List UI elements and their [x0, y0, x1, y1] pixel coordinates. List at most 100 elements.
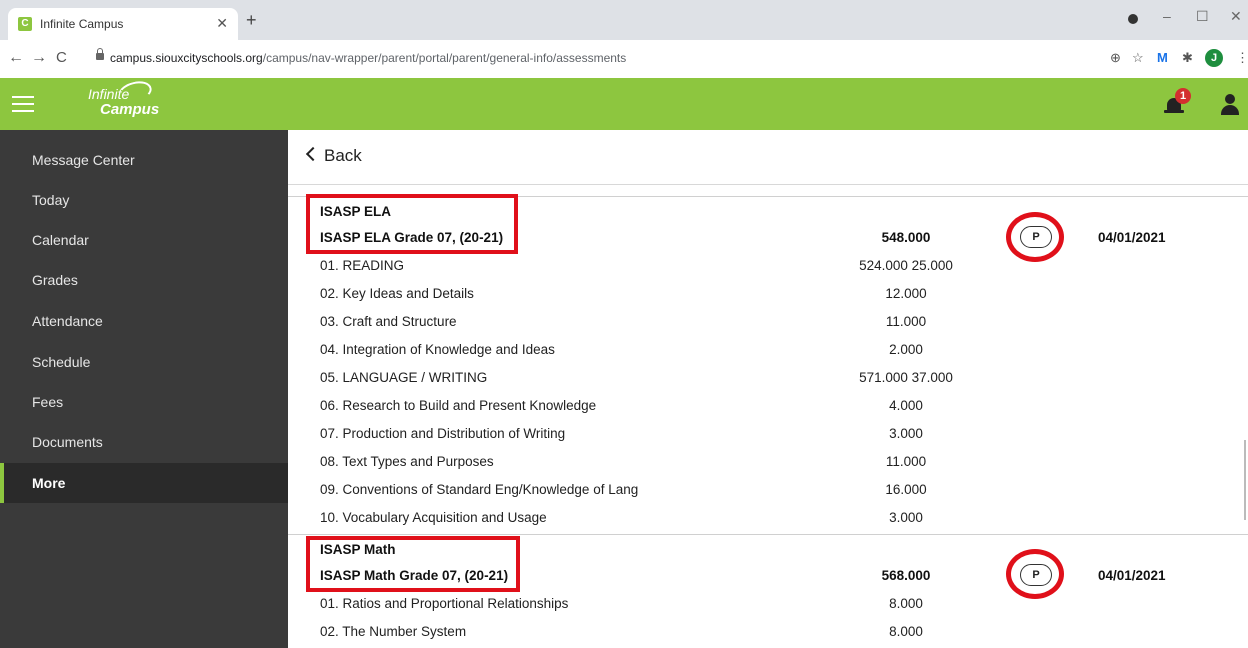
sidebar: Message Center Today Calendar Grades Att… — [0, 130, 288, 648]
bookmark-star-icon[interactable]: ☆ — [1132, 50, 1144, 66]
row-name: 10. Vocabulary Acquisition and Usage — [320, 510, 547, 525]
row-name: 06. Research to Build and Present Knowle… — [320, 398, 597, 413]
scrollbar[interactable] — [1244, 440, 1246, 520]
row-score: 2.000 — [889, 342, 923, 357]
table-row: 05. LANGUAGE / WRITING 571.000 37.000 — [288, 364, 1248, 392]
table-row: 03. Craft and Structure 11.000 — [288, 308, 1248, 336]
sidebar-item-label: Schedule — [32, 354, 91, 370]
assessments-panel: Back ISASP ELA ISASP ELA Grade 07, (20-2… — [288, 130, 1248, 648]
extensions-puzzle-icon[interactable]: ✱ — [1182, 50, 1193, 66]
reload-icon[interactable]: C — [56, 49, 67, 66]
row-name: 08. Text Types and Purposes — [320, 454, 494, 469]
notification-badge: 1 — [1175, 88, 1191, 104]
row-name: 02. Key Ideas and Details — [320, 286, 474, 301]
table-row: 07. Production and Distribution of Writi… — [288, 420, 1248, 448]
row-name: 02. The Number System — [320, 624, 467, 639]
table-row: 10. Vocabulary Acquisition and Usage 3.00… — [288, 504, 1248, 532]
sidebar-item-today[interactable]: Today — [0, 180, 288, 220]
profile-avatar[interactable]: J — [1205, 49, 1223, 67]
table-row: 04. Integration of Knowledge and Ideas 2.… — [288, 336, 1248, 364]
row-score: 16.000 — [885, 482, 927, 497]
close-window-icon[interactable]: ✕ — [1230, 8, 1242, 25]
row-name: 01. Ratios and Proportional Relationship… — [320, 596, 569, 611]
sidebar-item-label: Documents — [32, 434, 103, 450]
sidebar-item-message-center[interactable]: Message Center — [0, 140, 288, 180]
row-name: 05. LANGUAGE / WRITING — [320, 370, 488, 385]
row-name: 03. Craft and Structure — [320, 314, 457, 329]
lock-icon[interactable] — [96, 48, 104, 60]
browser-tab-bar: C Infinite Campus ✕ + – ☐ ✕ — [0, 0, 1248, 40]
address-bar: ← → C campus.siouxcityschools.org/campus… — [0, 40, 1248, 79]
annotation-box-ela — [306, 194, 518, 254]
annotation-circle-math — [1006, 549, 1064, 599]
zoom-icon[interactable]: ⊕ — [1110, 50, 1121, 66]
row-score: 8.000 — [889, 596, 923, 611]
sidebar-item-label: Grades — [32, 272, 78, 288]
extension-m-icon[interactable]: M — [1157, 50, 1168, 65]
user-account-icon[interactable] — [1220, 94, 1240, 116]
app-header: Infinite Campus 1 — [0, 77, 1248, 130]
sidebar-item-label: Fees — [32, 394, 64, 410]
minimize-icon[interactable]: – — [1163, 8, 1171, 24]
chevron-left-icon — [305, 146, 321, 162]
sidebar-item-more[interactable]: More — [0, 463, 288, 503]
row-score: 8.000 — [889, 624, 923, 639]
sidebar-item-calendar[interactable]: Calendar — [0, 220, 288, 260]
sidebar-item-fees[interactable]: Fees — [0, 382, 288, 422]
table-row: 02. Key Ideas and Details 12.000 — [288, 280, 1248, 308]
row-score: 3.000 — [889, 426, 923, 441]
divider — [288, 534, 1248, 535]
row-name: 09. Conventions of Standard Eng/Knowledg… — [320, 482, 639, 497]
browser-back-icon[interactable]: ← — [8, 49, 24, 67]
back-button[interactable]: Back — [304, 146, 362, 166]
logo-line-2: Campus — [100, 101, 160, 118]
browser-profile-icon[interactable] — [1128, 14, 1138, 24]
sidebar-item-label: More — [32, 475, 66, 491]
row-name: 01. READING — [320, 258, 405, 273]
table-row: 01. Ratios and Proportional Relationship… — [288, 590, 1248, 618]
sidebar-item-schedule[interactable]: Schedule — [0, 342, 288, 382]
ela-test-date: 04/01/2021 — [1098, 230, 1166, 245]
row-score: 4.000 — [889, 398, 923, 413]
url-path: /campus/nav-wrapper/parent/portal/parent… — [262, 51, 627, 65]
annotation-circle-ela — [1006, 212, 1064, 262]
sidebar-item-label: Attendance — [32, 313, 103, 329]
annotation-box-math — [306, 536, 520, 592]
sidebar-item-grades[interactable]: Grades — [0, 260, 288, 300]
browser-tab[interactable]: C Infinite Campus ✕ — [8, 8, 238, 40]
notification-bell-icon[interactable]: 1 — [1164, 88, 1191, 116]
row-score: 12.000 — [885, 286, 927, 301]
url-host: campus.siouxcityschools.org — [110, 51, 263, 65]
table-row: 06. Research to Build and Present Knowle… — [288, 392, 1248, 420]
maximize-icon[interactable]: ☐ — [1196, 8, 1209, 25]
back-bar: Back — [288, 130, 1248, 185]
sidebar-item-label: Today — [32, 192, 70, 208]
table-row: 01. READING 524.000 25.000 — [288, 252, 1248, 280]
sidebar-item-documents[interactable]: Documents — [0, 422, 288, 462]
tab-close-icon[interactable]: ✕ — [216, 15, 228, 32]
infinite-campus-favicon-icon: C — [18, 17, 32, 31]
ela-test-score: 548.000 — [881, 230, 931, 245]
row-score: 3.000 — [889, 510, 923, 525]
row-score: 571.000 37.000 — [859, 370, 953, 385]
row-score: 11.000 — [885, 314, 927, 329]
table-row: 08. Text Types and Purposes 11.000 — [288, 448, 1248, 476]
url-field[interactable]: campus.siouxcityschools.org/campus/nav-w… — [110, 51, 626, 65]
math-test-date: 04/01/2021 — [1098, 568, 1166, 583]
row-score: 524.000 25.000 — [859, 258, 953, 273]
row-name: 04. Integration of Knowledge and Ideas — [320, 342, 555, 357]
hamburger-menu-icon[interactable] — [12, 96, 34, 112]
sidebar-item-label: Message Center — [32, 152, 135, 168]
sidebar-item-label: Calendar — [32, 232, 89, 248]
table-row: 02. The Number System 8.000 — [288, 618, 1248, 646]
table-row: 09. Conventions of Standard Eng/Knowledg… — [288, 476, 1248, 504]
tab-title: Infinite Campus — [40, 17, 124, 31]
row-name: 07. Production and Distribution of Writi… — [320, 426, 566, 441]
row-score: 11.000 — [885, 454, 927, 469]
new-tab-icon[interactable]: + — [246, 10, 257, 31]
back-label: Back — [324, 146, 362, 165]
sidebar-item-attendance[interactable]: Attendance — [0, 301, 288, 341]
math-test-score: 568.000 — [881, 568, 931, 583]
browser-menu-icon[interactable]: ⋮ — [1236, 50, 1248, 66]
browser-forward-icon[interactable]: → — [31, 49, 47, 67]
